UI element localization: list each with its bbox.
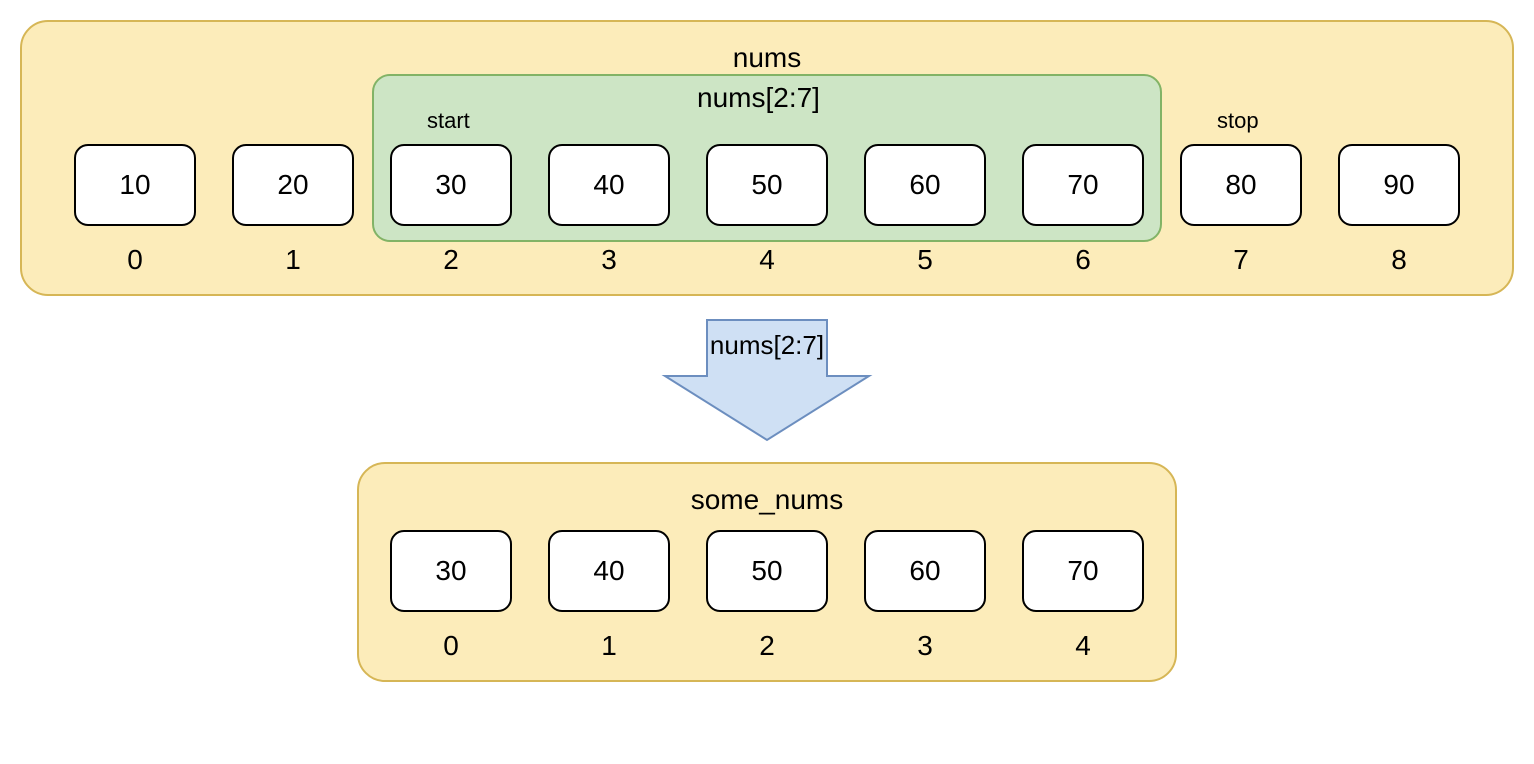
some-nums-index: 2: [706, 630, 828, 662]
some-nums-cell: 30: [390, 530, 512, 612]
nums-cell: 30: [390, 144, 512, 226]
some-nums-cell: 40: [548, 530, 670, 612]
nums-cell: 10: [74, 144, 196, 226]
nums-index: 1: [232, 244, 354, 276]
nums-index: 5: [864, 244, 986, 276]
nums-cell: 20: [232, 144, 354, 226]
nums-cell: 50: [706, 144, 828, 226]
some-nums-cell: 50: [706, 530, 828, 612]
some-nums-cell: 70: [1022, 530, 1144, 612]
some-nums-index-row: 0 1 2 3 4: [379, 630, 1155, 662]
stop-label: stop: [1217, 108, 1259, 134]
nums-container: nums nums[2:7] start stop 10 20 30 40 50…: [20, 20, 1514, 296]
some-nums-title: some_nums: [379, 484, 1155, 516]
start-label: start: [427, 108, 470, 134]
nums-index: 0: [74, 244, 196, 276]
some-nums-cell: 60: [864, 530, 986, 612]
nums-index: 8: [1338, 244, 1460, 276]
some-nums-index: 4: [1022, 630, 1144, 662]
some-nums-container: some_nums 30 40 50 60 70 0 1 2 3 4: [357, 462, 1177, 682]
slice-arrow: nums[2:7]: [657, 314, 877, 444]
slice-label: nums[2:7]: [697, 82, 820, 114]
nums-title: nums: [42, 42, 1492, 74]
nums-cell: 60: [864, 144, 986, 226]
nums-index: 2: [390, 244, 512, 276]
nums-cell: 90: [1338, 144, 1460, 226]
nums-index: 3: [548, 244, 670, 276]
nums-row: 10 20 30 40 50 60 70 80 90: [48, 144, 1486, 226]
nums-cell: 80: [1180, 144, 1302, 226]
arrow-label: nums[2:7]: [657, 330, 877, 361]
some-nums-index: 3: [864, 630, 986, 662]
nums-index-row: 0 1 2 3 4 5 6 7 8: [48, 244, 1486, 276]
nums-cell: 40: [548, 144, 670, 226]
some-nums-index: 1: [548, 630, 670, 662]
some-nums-index: 0: [390, 630, 512, 662]
nums-index: 4: [706, 244, 828, 276]
nums-index: 7: [1180, 244, 1302, 276]
some-nums-row: 30 40 50 60 70: [379, 530, 1155, 612]
nums-index: 6: [1022, 244, 1144, 276]
nums-cell: 70: [1022, 144, 1144, 226]
